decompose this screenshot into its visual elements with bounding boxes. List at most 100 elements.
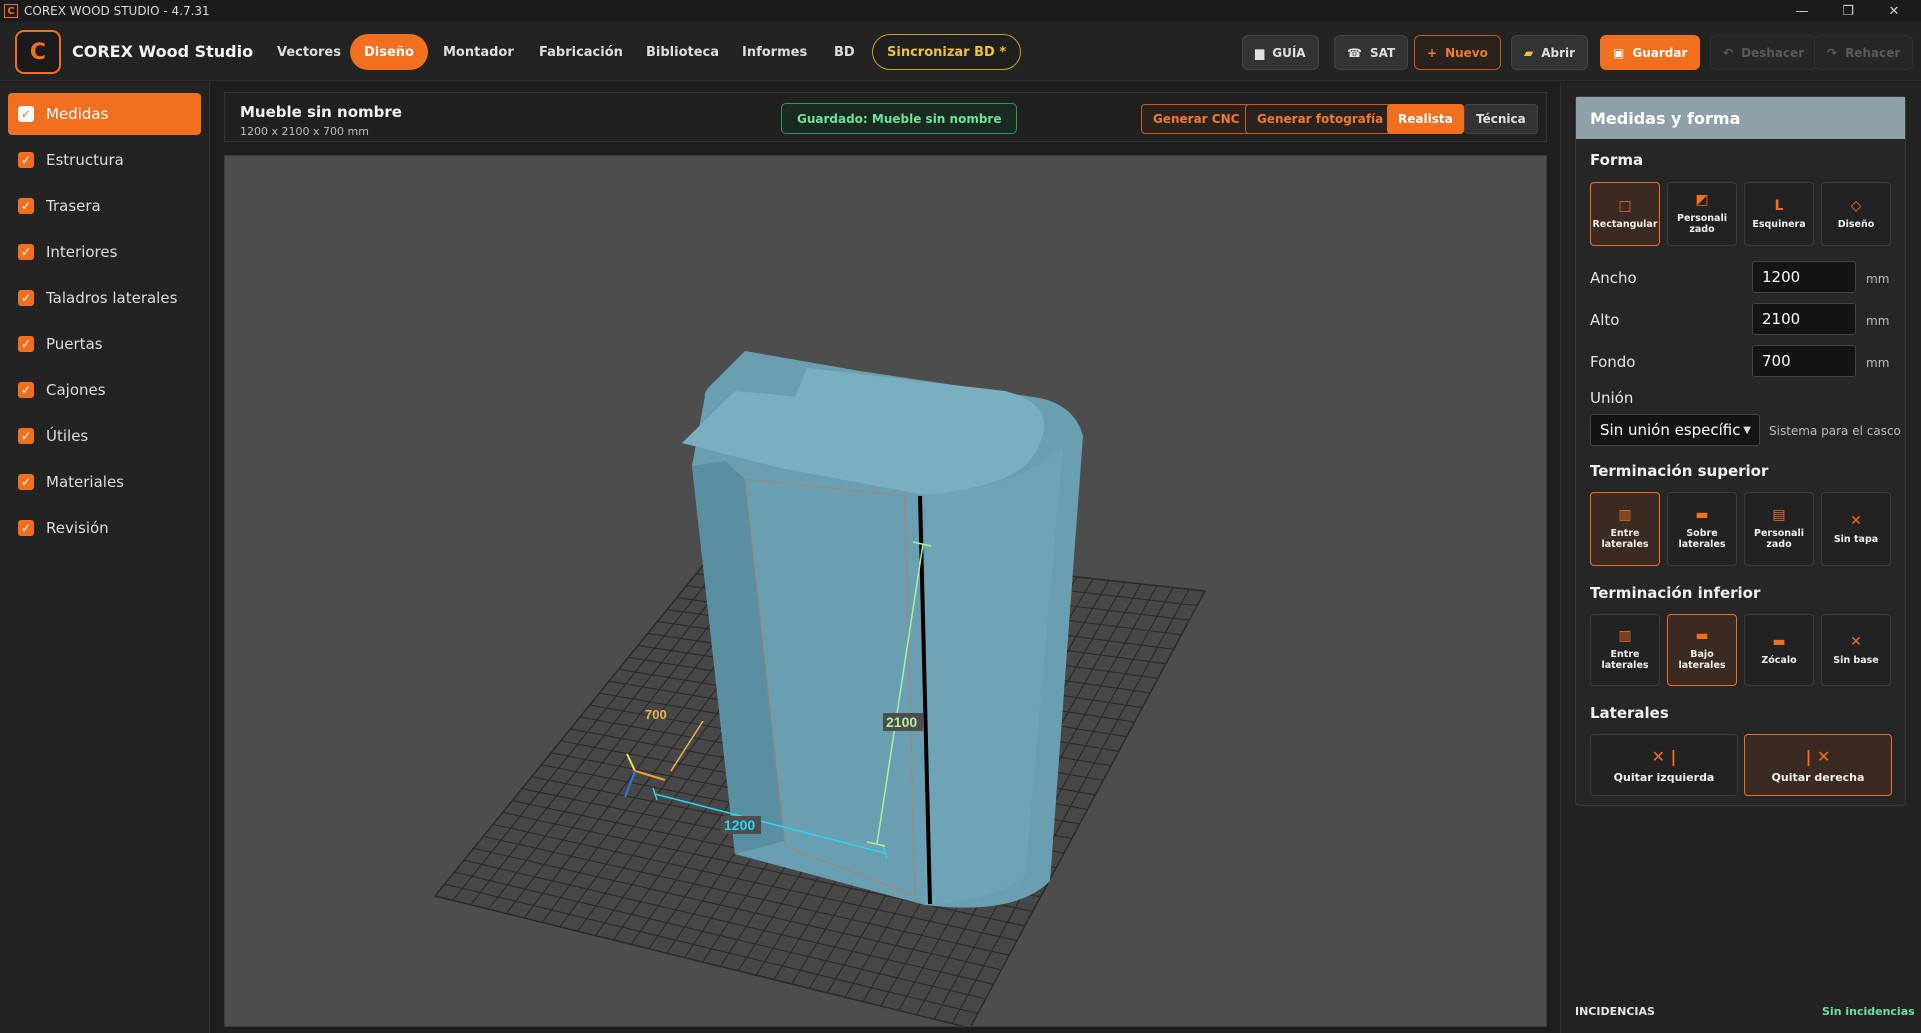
option-label: Personalizado (1677, 213, 1727, 235)
sup-sobre-laterales-option[interactable]: ▬ Sobre laterales (1667, 492, 1737, 566)
view-tecnica-button[interactable]: Técnica (1464, 104, 1538, 134)
nav-tab-montador[interactable]: Montador (429, 34, 528, 70)
guia-button[interactable]: ▆ GUÍA (1242, 35, 1319, 70)
quitar-izquierda-button[interactable]: ✕ | Quitar izquierda (1590, 734, 1738, 796)
document-title: Mueble sin nombre (240, 103, 402, 121)
nav-tab-informes[interactable]: Informes (728, 34, 821, 70)
checkbox-icon[interactable]: ✓ (18, 152, 34, 168)
checkbox-icon[interactable]: ✓ (18, 428, 34, 444)
deshacer-button[interactable]: ↶ Deshacer (1710, 35, 1818, 70)
brand-logo: C (15, 30, 61, 74)
generar-cnc-button[interactable]: Generar CNC (1141, 104, 1252, 134)
guia-label: GUÍA (1272, 45, 1306, 60)
inf-bajo-laterales-option[interactable]: ▬ Bajo laterales (1667, 614, 1737, 686)
abrir-label: Abrir (1541, 45, 1576, 60)
maximize-button[interactable]: ❐ (1825, 0, 1871, 22)
guardar-button[interactable]: ▣ Guardar (1600, 35, 1701, 70)
inf-entre-laterales-option[interactable]: ▥ Entre laterales (1590, 614, 1660, 686)
plus-icon: + (1427, 45, 1438, 60)
quitar-izquierda-label: Quitar izquierda (1613, 770, 1715, 784)
forma-personalizado-option[interactable]: ◩ Personalizado (1667, 182, 1737, 246)
remove-right-icon: | ✕ (1805, 746, 1831, 766)
fondo-input[interactable]: 700 (1752, 345, 1856, 377)
sidebar-item-taladros[interactable]: ✓ Taladros laterales (8, 277, 201, 319)
checkbox-icon[interactable]: ✓ (18, 474, 34, 490)
option-label: Personalizado (1754, 528, 1804, 550)
phone-icon: ☎ (1347, 45, 1362, 60)
union-hint: Sistema para el casco (1769, 424, 1901, 438)
sidebar-item-trasera[interactable]: ✓ Trasera (8, 185, 201, 227)
quitar-derecha-button[interactable]: | ✕ Quitar derecha (1744, 734, 1892, 796)
sidebar-item-interiores[interactable]: ✓ Interiores (8, 231, 201, 273)
checkbox-icon[interactable]: ✓ (18, 290, 34, 306)
inf-sin-base-option[interactable]: ✕ Sin base (1821, 614, 1891, 686)
sidebar-item-puertas[interactable]: ✓ Puertas (8, 323, 201, 365)
sup-sin-tapa-option[interactable]: ✕ Sin tapa (1821, 492, 1891, 566)
generar-fotografia-button[interactable]: Generar fotografía (1245, 104, 1396, 134)
sat-button[interactable]: ☎ SAT (1334, 35, 1409, 70)
close-button[interactable]: ✕ (1871, 0, 1917, 22)
alto-unit: mm (1866, 314, 1890, 328)
sidebar-item-label: Taladros laterales (46, 289, 178, 307)
nav-tab-fabricacion[interactable]: Fabricación (525, 34, 637, 70)
checkbox-icon[interactable]: ✓ (18, 106, 34, 122)
close-icon: ✕ (1850, 512, 1862, 529)
abrir-button[interactable]: ▰ Abrir (1511, 35, 1589, 70)
nav-tab-biblioteca[interactable]: Biblioteca (632, 34, 733, 70)
option-label: Sin base (1833, 654, 1879, 666)
union-select[interactable]: Sin unión específic ▼ (1590, 414, 1760, 446)
3d-viewport[interactable]: 700 1200 2100 (224, 155, 1547, 1027)
document-dimensions: 1200 x 2100 x 700 mm (240, 125, 369, 138)
brand-name: COREX Wood Studio (72, 42, 254, 61)
sidebar-item-label: Trasera (46, 197, 101, 215)
minimize-button[interactable]: — (1779, 0, 1825, 22)
inf-zocalo-option[interactable]: ▬ Zócalo (1744, 614, 1814, 686)
forma-diseno-option[interactable]: ◇ Diseño (1821, 182, 1891, 246)
sidebar-item-materiales[interactable]: ✓ Materiales (8, 461, 201, 503)
close-icon: ✕ (1850, 633, 1862, 650)
nav-tab-vectores[interactable]: Vectores (263, 34, 355, 70)
sup-personalizado-option[interactable]: ▤ Personalizado (1744, 492, 1814, 566)
sync-db-button[interactable]: Sincronizar BD * (872, 34, 1022, 70)
saved-status-badge: Guardado: Mueble sin nombre (781, 103, 1018, 134)
sidebar-item-label: Útiles (46, 427, 89, 445)
rehacer-button[interactable]: ↷ Rehacer (1814, 35, 1914, 70)
checkbox-icon[interactable]: ✓ (18, 244, 34, 260)
ancho-input[interactable]: 1200 (1752, 261, 1856, 293)
under-sides-icon: ▬ (1695, 628, 1709, 644)
plinth-icon: ▬ (1772, 633, 1786, 650)
forma-esquinera-option[interactable]: L Esquinera (1744, 182, 1814, 246)
option-label: Bajo laterales (1678, 649, 1726, 671)
view-realista-button[interactable]: Realista (1387, 104, 1464, 134)
measures-panel: Medidas y forma Forma □ Rectangular ◩ Pe… (1575, 96, 1906, 806)
checkbox-icon[interactable]: ✓ (18, 382, 34, 398)
incidencias-title: INCIDENCIAS (1575, 1005, 1655, 1018)
nav-tab-diseno[interactable]: Diseño (350, 34, 428, 70)
checkbox-icon[interactable]: ✓ (18, 336, 34, 352)
sidebar-item-estructura[interactable]: ✓ Estructura (8, 139, 201, 181)
sidebar-item-utiles[interactable]: ✓ Útiles (8, 415, 201, 457)
diamond-icon: ◇ (1850, 197, 1862, 214)
sidebar-item-revision[interactable]: ✓ Revisión (8, 507, 201, 549)
sidebar-item-label: Interiores (46, 243, 118, 261)
sidebar-item-label: Materiales (46, 473, 124, 491)
sidebar-item-cajones[interactable]: ✓ Cajones (8, 369, 201, 411)
sidebar-item-medidas[interactable]: ✓ Medidas (8, 93, 201, 135)
nuevo-button[interactable]: + Nuevo (1414, 35, 1501, 70)
sup-entre-laterales-option[interactable]: ▥ Entre laterales (1590, 492, 1660, 566)
alto-input[interactable]: 2100 (1752, 303, 1856, 335)
nav-tab-bd[interactable]: BD (820, 34, 869, 70)
laterales-title: Laterales (1590, 704, 1669, 722)
height-value: 2100 (886, 714, 917, 730)
sat-label: SAT (1369, 45, 1396, 60)
alto-label: Alto (1590, 311, 1620, 329)
forma-rectangular-option[interactable]: □ Rectangular (1590, 182, 1660, 246)
between-sides-icon: ▥ (1618, 628, 1632, 644)
sidebar-item-label: Puertas (46, 335, 103, 353)
custom-icon: ▤ (1772, 507, 1786, 523)
fondo-label: Fondo (1590, 353, 1636, 371)
between-sides-icon: ▥ (1618, 507, 1632, 523)
option-label: Diseño (1837, 218, 1875, 230)
checkbox-icon[interactable]: ✓ (18, 198, 34, 214)
checkbox-icon[interactable]: ✓ (18, 520, 34, 536)
